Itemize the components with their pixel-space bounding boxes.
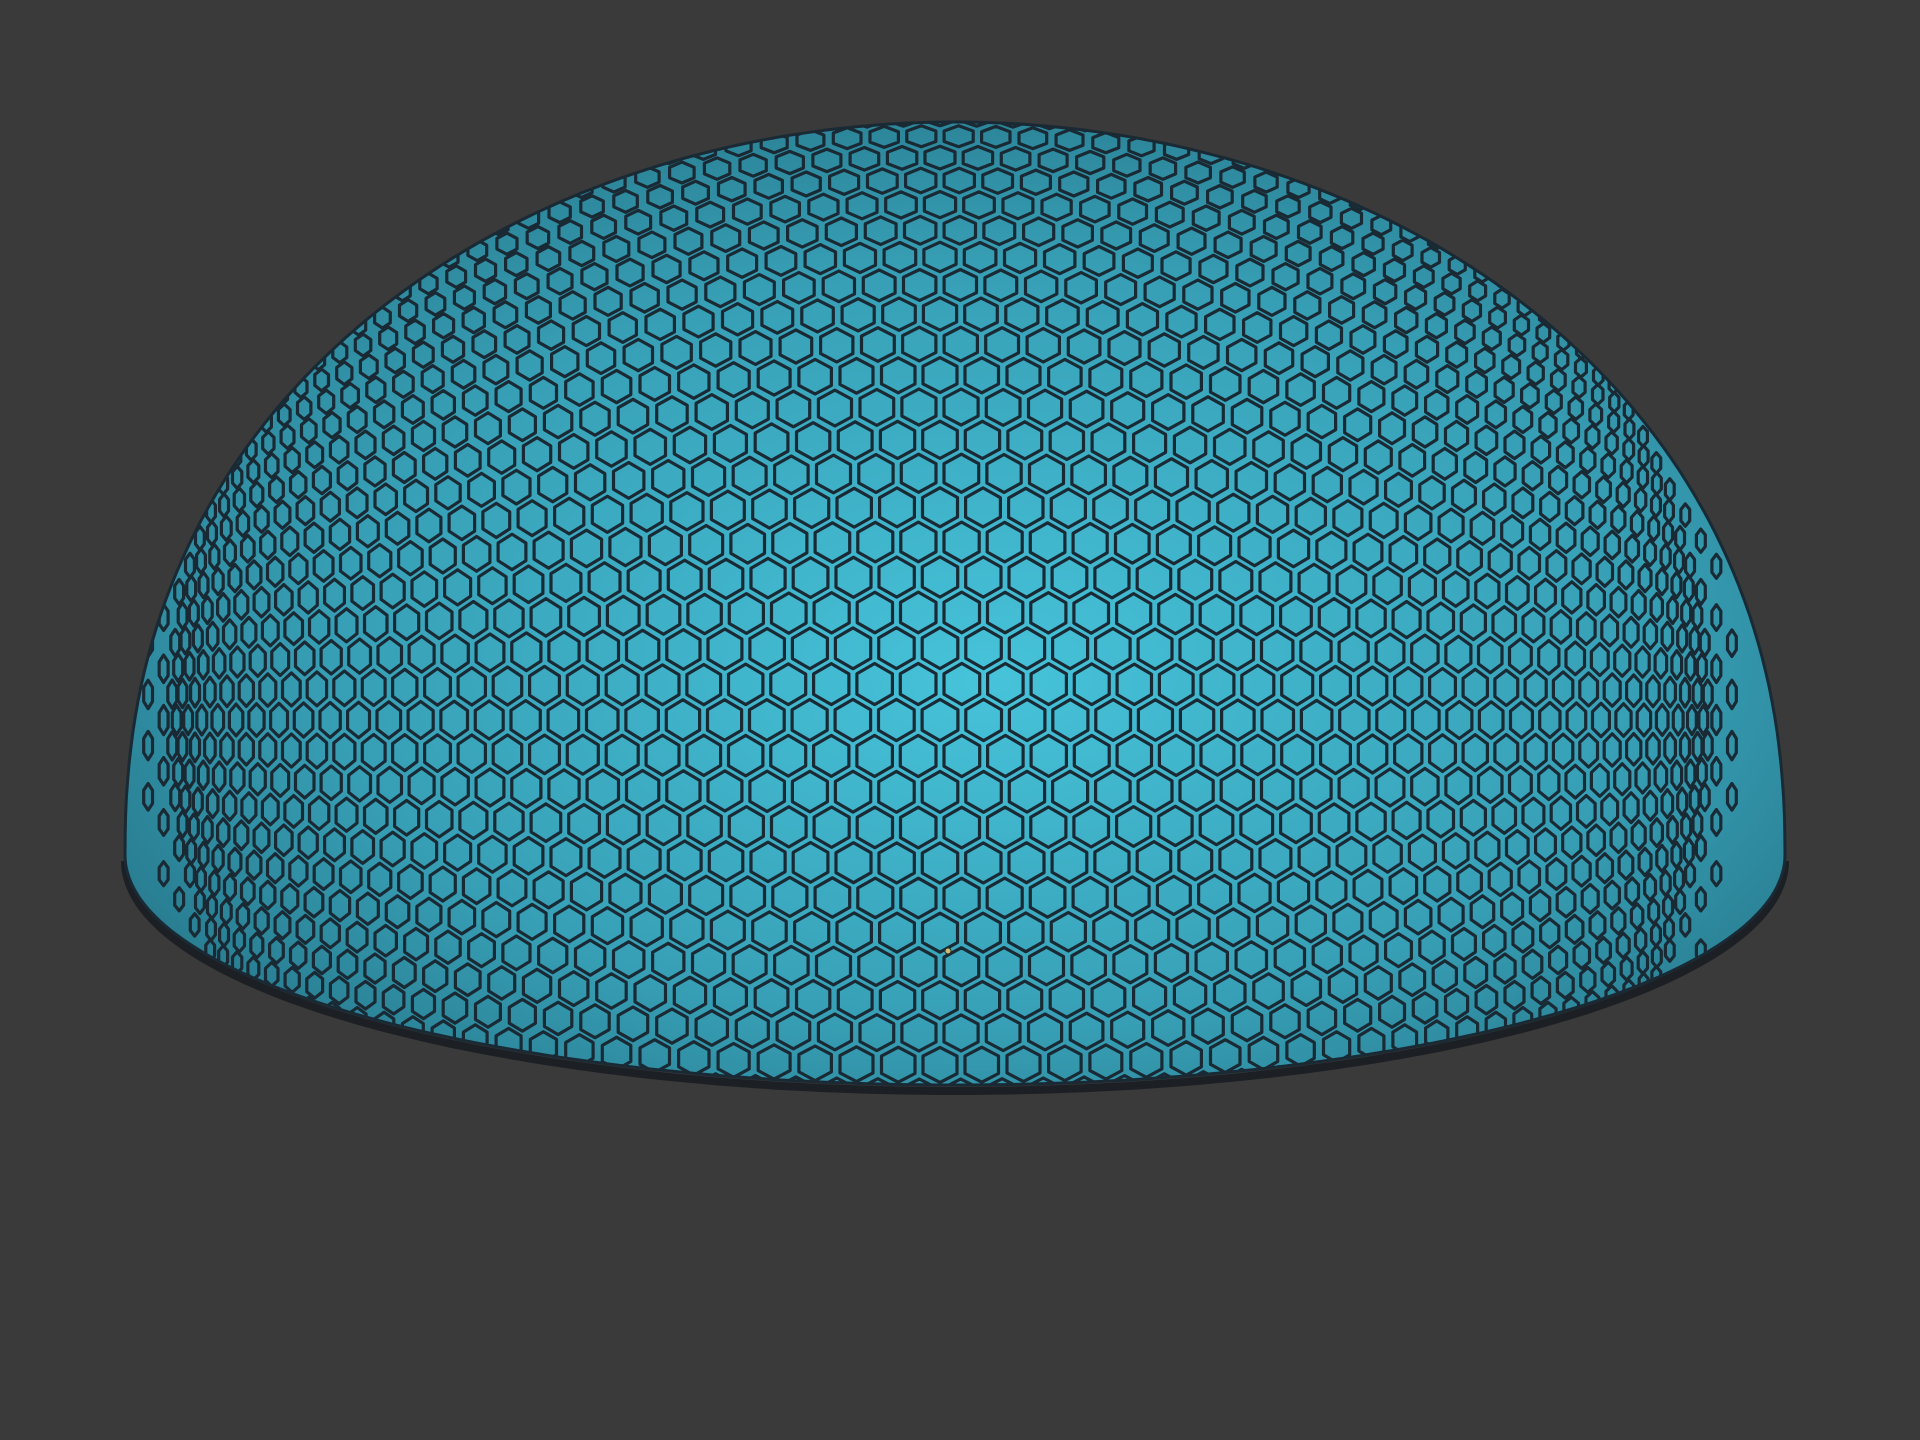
pivot-point-marker [944,947,952,955]
viewport-canvas[interactable] [0,0,1920,1440]
3d-viewport[interactable] [0,0,1920,1440]
dome-model[interactable] [121,26,1789,1415]
